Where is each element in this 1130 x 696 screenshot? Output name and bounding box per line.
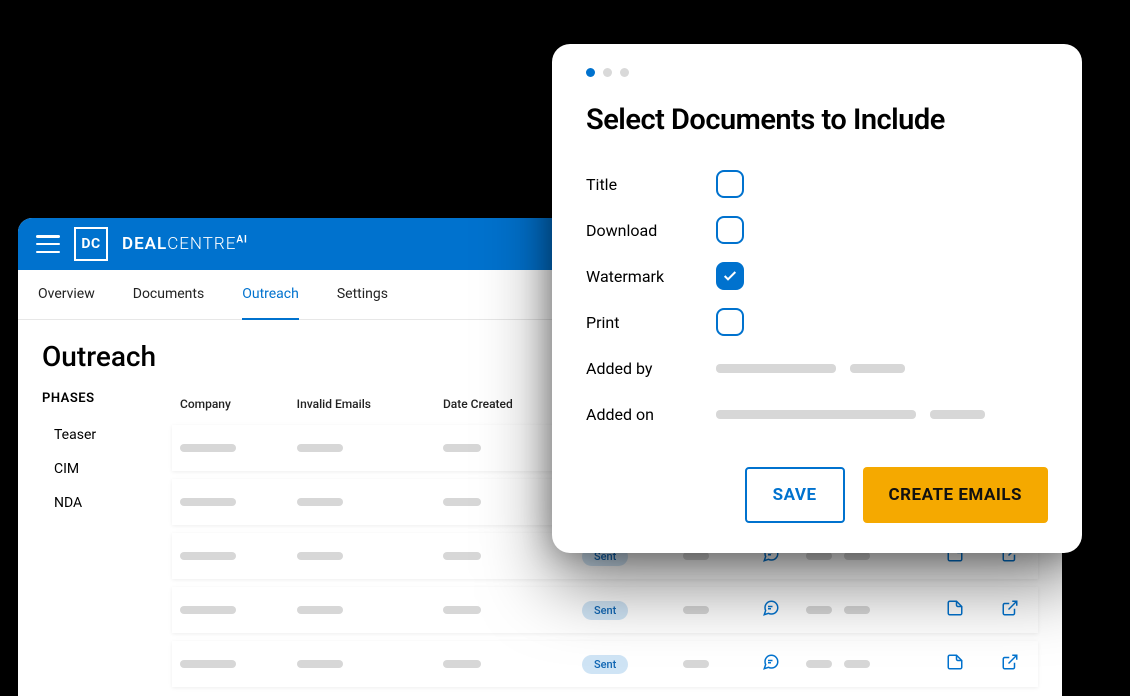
chat-icon[interactable] <box>762 660 780 675</box>
logo-badge: DC <box>74 227 108 261</box>
open-icon[interactable] <box>1001 606 1019 621</box>
checkbox-watermark[interactable] <box>716 262 744 290</box>
chat-icon[interactable] <box>762 606 780 621</box>
note-icon[interactable] <box>946 606 964 621</box>
tab-overview[interactable]: Overview <box>38 270 95 320</box>
modal-title: Select Documents to Include <box>586 103 1048 137</box>
option-label: Watermark <box>586 267 716 286</box>
option-label: Title <box>586 175 716 194</box>
tab-documents[interactable]: Documents <box>133 270 204 320</box>
step-dot[interactable] <box>603 68 612 77</box>
table-row[interactable]: Sent <box>172 587 1038 633</box>
phases-sidebar: PHASES TeaserCIMNDA <box>42 387 154 695</box>
added-by-label: Added by <box>586 359 716 378</box>
column-header: Company <box>172 391 289 417</box>
status-badge: Sent <box>582 655 628 674</box>
open-icon[interactable] <box>1001 660 1019 675</box>
status-badge: Sent <box>582 601 628 620</box>
added-on-value <box>716 410 1048 419</box>
phases-header: PHASES <box>42 387 154 418</box>
column-header: Invalid Emails <box>289 391 435 417</box>
step-dots <box>586 68 1048 77</box>
checkbox-title[interactable] <box>716 170 744 198</box>
tab-settings[interactable]: Settings <box>337 270 388 320</box>
option-label: Download <box>586 221 716 240</box>
tab-outreach[interactable]: Outreach <box>242 270 299 320</box>
note-icon[interactable] <box>946 552 964 567</box>
step-dot[interactable] <box>586 68 595 77</box>
create-emails-button[interactable]: CREATE EMAILS <box>863 467 1048 523</box>
note-icon[interactable] <box>946 660 964 675</box>
checkbox-download[interactable] <box>716 216 744 244</box>
phase-item[interactable]: Teaser <box>42 418 154 452</box>
menu-icon[interactable] <box>36 235 60 253</box>
added-on-label: Added on <box>586 405 716 424</box>
select-documents-modal: Select Documents to Include Title Downloa… <box>552 44 1082 553</box>
open-icon[interactable] <box>1001 552 1019 567</box>
step-dot[interactable] <box>620 68 629 77</box>
table-row[interactable]: Sent <box>172 641 1038 687</box>
phase-item[interactable]: NDA <box>42 486 154 520</box>
option-label: Print <box>586 313 716 332</box>
brand-name: DEALCENTREAI <box>122 234 248 254</box>
phase-item[interactable]: CIM <box>42 452 154 486</box>
added-by-value <box>716 364 1048 373</box>
save-button[interactable]: SAVE <box>745 467 845 523</box>
checkbox-print[interactable] <box>716 308 744 336</box>
